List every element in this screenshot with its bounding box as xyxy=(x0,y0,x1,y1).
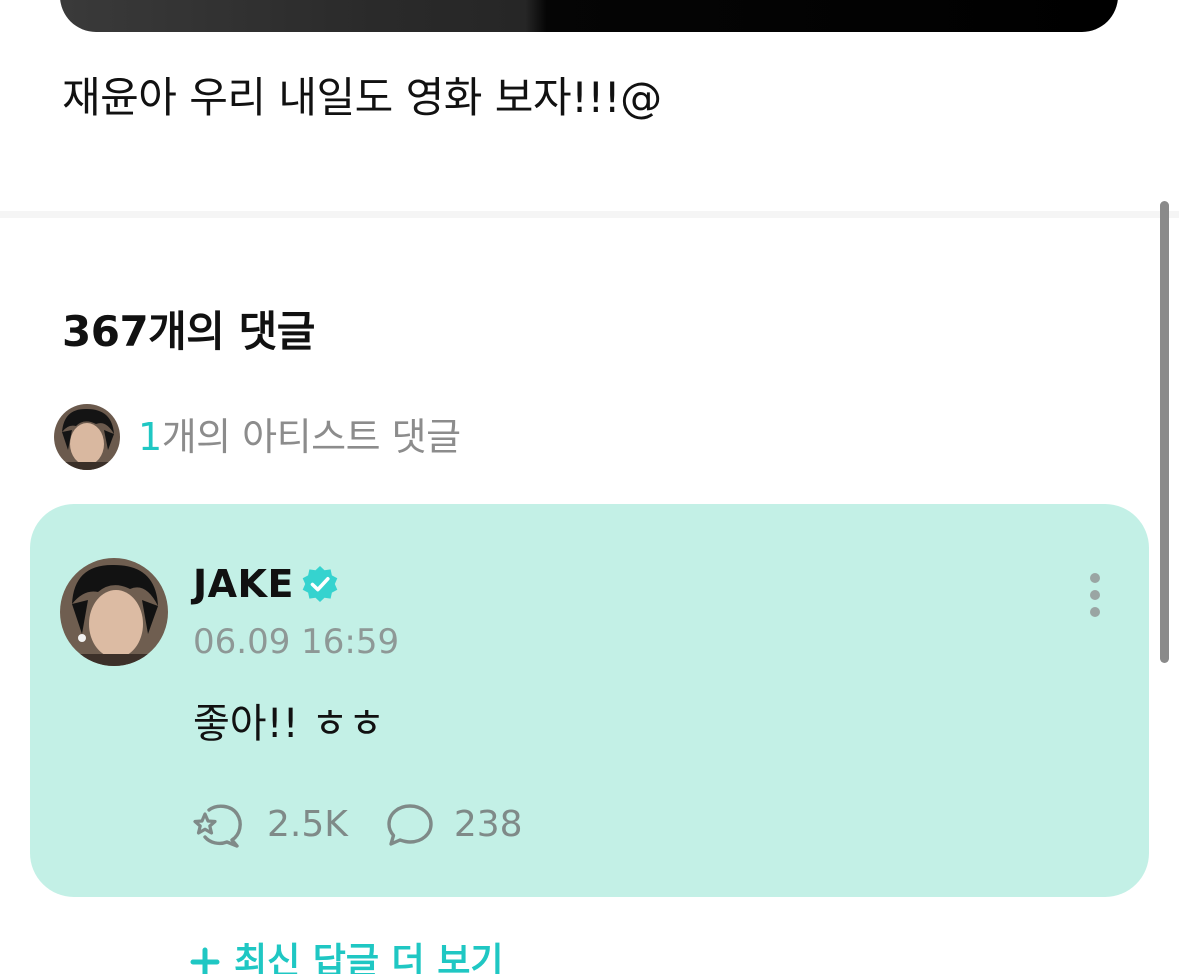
scrollbar[interactable] xyxy=(1160,201,1169,663)
more-replies-button[interactable]: 최신 답글 더 보기 xyxy=(190,932,503,974)
like-button[interactable]: 2.5K xyxy=(193,800,348,850)
comment-body-text: 좋아!! ㅎㅎ xyxy=(193,701,385,747)
plus-icon xyxy=(190,947,220,974)
more-replies-label: 최신 답글 더 보기 xyxy=(234,941,504,974)
comment-count-heading: 367개의 댓글 xyxy=(62,307,315,356)
more-options-button[interactable] xyxy=(1082,570,1108,620)
artist-comment-label: 1개의 아티스트 댓글 xyxy=(138,412,461,462)
verified-badge-icon xyxy=(302,566,338,602)
comment-actions: 2.5K 238 xyxy=(193,800,523,850)
section-divider xyxy=(0,211,1179,218)
author-name[interactable]: JAKE xyxy=(193,560,294,608)
reply-button[interactable]: 238 xyxy=(386,800,523,850)
comment-bubble-icon xyxy=(387,804,433,846)
like-count: 2.5K xyxy=(267,804,348,845)
post-body-text: 재윤아 우리 내일도 영화 보자!!!@ xyxy=(62,73,662,122)
reply-count: 238 xyxy=(453,804,523,845)
artist-comment-count: 1 xyxy=(138,415,162,459)
author-avatar[interactable] xyxy=(60,558,168,666)
artist-comment-card: JAKE 06.09 16:59 좋아!! ㅎㅎ 2.5K 238 xyxy=(30,504,1149,897)
comment-timestamp: 06.09 16:59 xyxy=(193,622,400,662)
post-media-image[interactable] xyxy=(60,0,1118,32)
artist-comment-summary[interactable]: 1개의 아티스트 댓글 xyxy=(54,404,461,470)
vertical-dots-icon xyxy=(1090,573,1100,617)
post-detail-page: 재윤아 우리 내일도 영화 보자!!!@ 367개의 댓글 1개의 아티스트 댓… xyxy=(0,0,1179,974)
author-row: JAKE xyxy=(193,560,340,608)
artist-avatar-small xyxy=(54,404,120,470)
cheer-like-icon xyxy=(193,804,242,848)
artist-comment-suffix: 개의 아티스트 댓글 xyxy=(161,415,461,459)
